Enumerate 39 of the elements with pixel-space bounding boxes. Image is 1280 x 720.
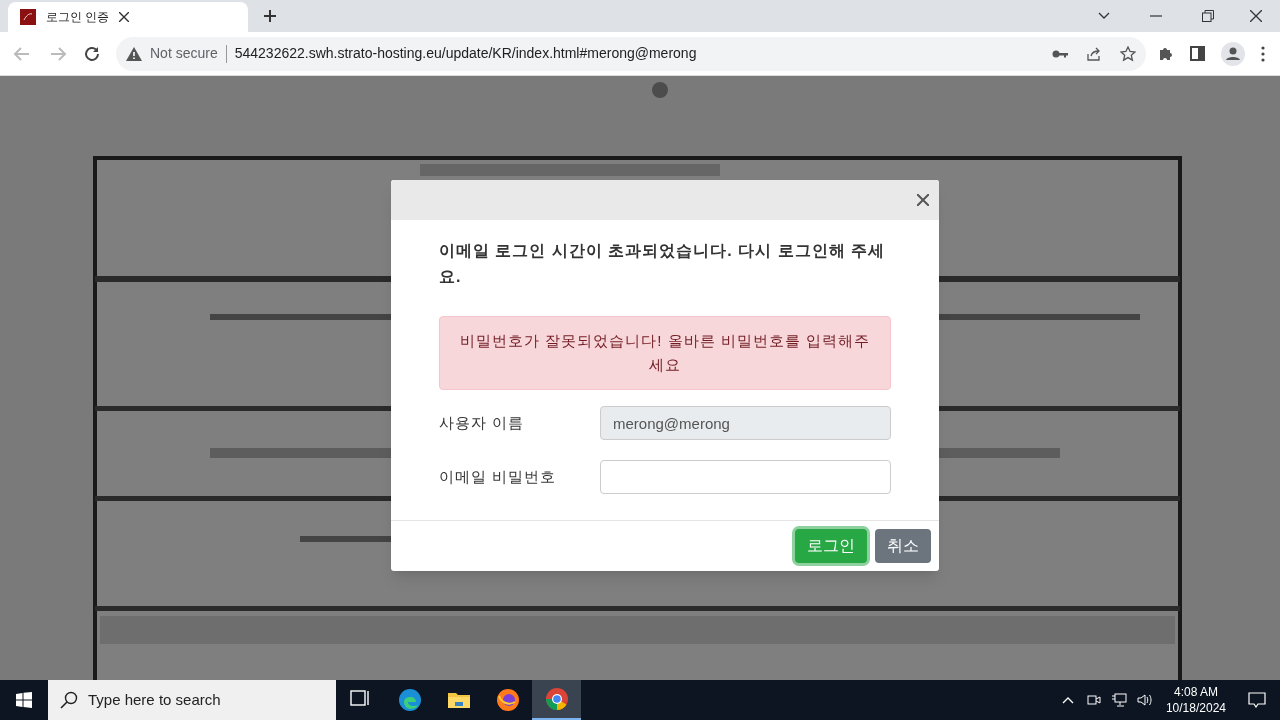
close-icon[interactable] [119,12,130,22]
windows-icon [16,692,32,708]
chevron-up-icon[interactable] [1061,696,1074,704]
input-field[interactable] [600,460,891,494]
dialog-title: 이메일 로그인 시간이 초과되었습니다. 다시 로그인해 주세요. [439,241,887,287]
firefox-icon [495,688,520,712]
close-icon[interactable] [917,194,929,206]
warning-icon [126,46,142,61]
error-alert: 비밀번호가 잘못되었습니다! 올바른 비밀번호를 입력해주세요 [439,316,891,390]
plus-icon [263,9,277,23]
time-text: 4:08 AM [1173,684,1218,700]
search-box[interactable]: Type here to search [48,680,336,720]
restore-icon[interactable] [1202,10,1214,22]
network-icon[interactable] [1110,693,1127,707]
chrome-icon [544,687,569,711]
puzzle-icon[interactable] [1158,45,1174,62]
field-label: 사용자 이름 [439,412,526,433]
cancel-button[interactable]: 취소 [875,529,931,563]
security-label[interactable]: Not secure [150,43,218,64]
key-icon[interactable] [1052,48,1068,59]
edge-icon [397,688,422,712]
browser-tab[interactable]: 로그인 인증 [8,2,248,32]
tab-search-icon[interactable] [1098,12,1110,20]
address-bar[interactable]: Not secure 544232622.swh.strato-hosting.eu/update/KR/index.html#merong@merong [116,36,1146,71]
notification-icon[interactable] [1248,692,1266,708]
document-icon [20,9,36,25]
profile-icon[interactable] [1221,41,1245,66]
menu-icon[interactable] [1261,45,1265,62]
camera-icon[interactable] [1086,693,1101,707]
volume-icon[interactable] [1136,693,1153,707]
date-text: 10/18/2024 [1165,700,1226,716]
side-panel-icon[interactable] [1190,46,1205,61]
field-label: 이메일 비밀번호 [439,466,558,487]
star-icon[interactable] [1120,45,1136,62]
search-icon [60,691,78,709]
share-icon[interactable] [1086,45,1102,62]
url-text[interactable]: 544232622.swh.strato-hosting.eu/update/KR/index.html#merong@merong [234,43,697,64]
clock[interactable]: 4:08 AM 10/18/2024 [1157,684,1234,716]
close-icon[interactable] [1250,10,1262,22]
